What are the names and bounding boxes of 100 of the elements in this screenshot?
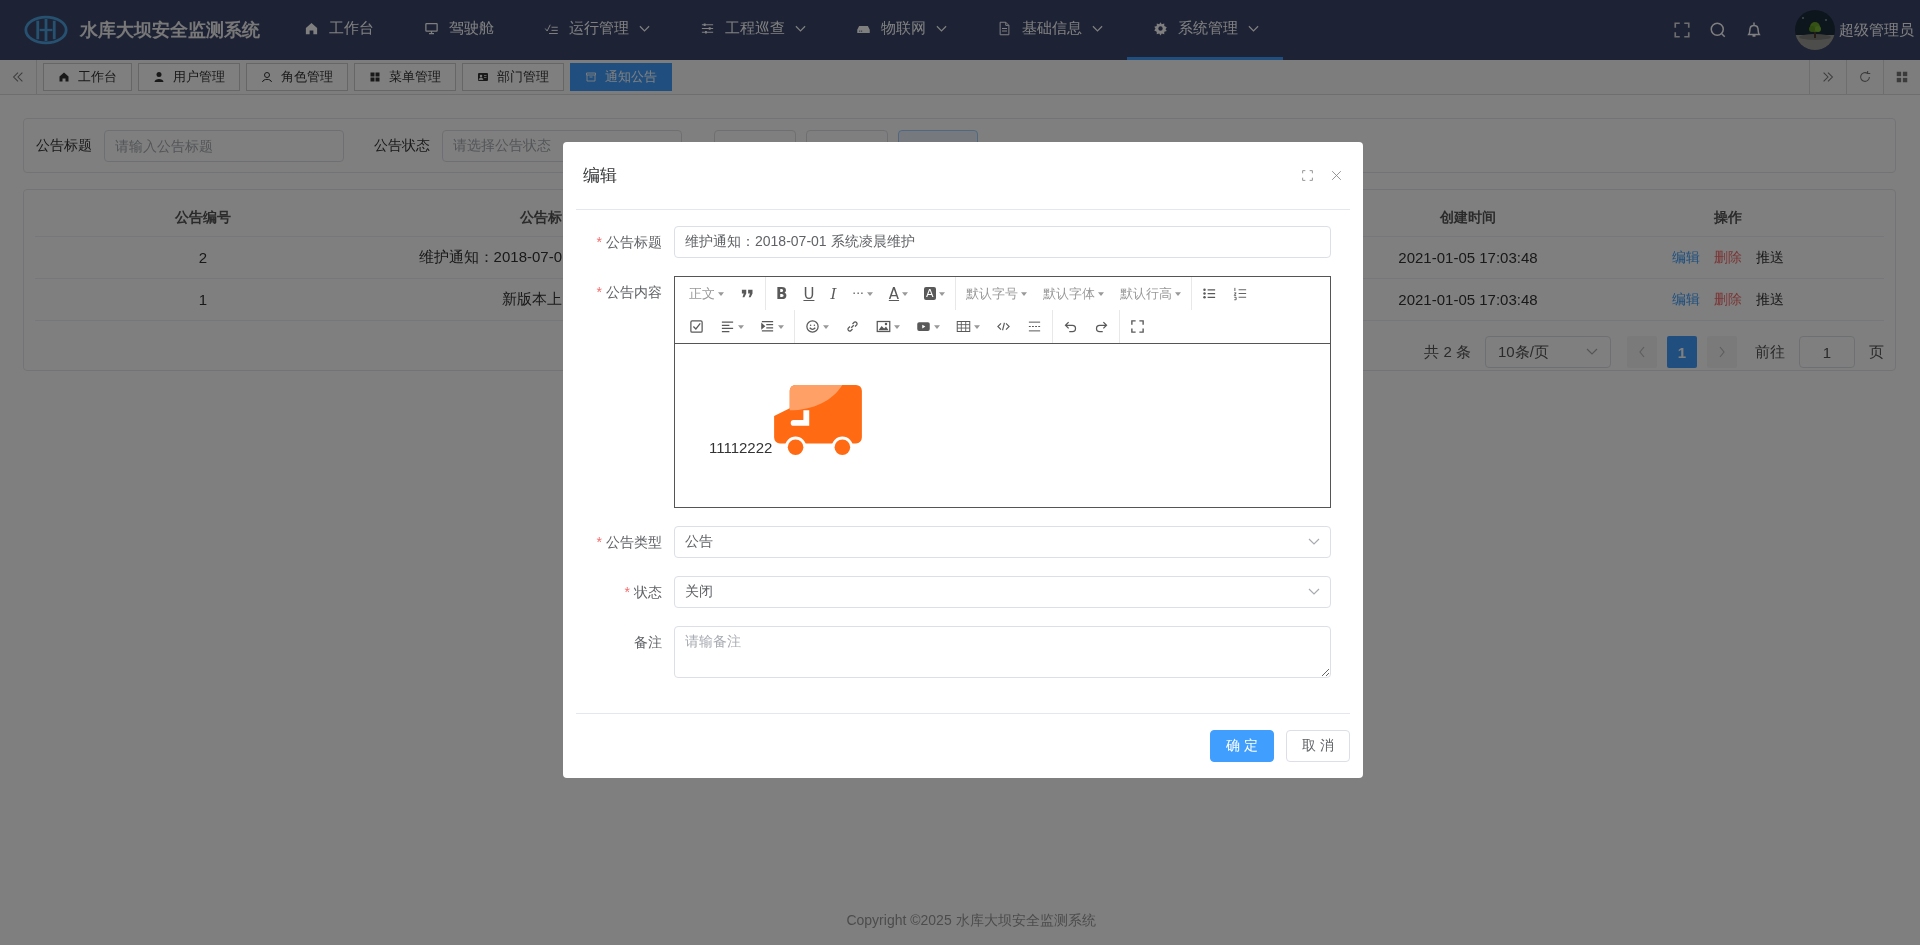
remark-field[interactable]: 请输备注 bbox=[674, 626, 1331, 678]
table-cell-text: 维护通知：2018-07-0 bbox=[418, 248, 563, 267]
delete-link[interactable]: 删除 bbox=[1714, 290, 1742, 309]
indent-icon bbox=[760, 319, 775, 334]
field-label: * 公告类型 bbox=[595, 533, 662, 552]
number-list-icon bbox=[1232, 286, 1248, 301]
page-tab[interactable]: 用户管理 bbox=[138, 63, 240, 91]
app-title: 水库大坝安全监测系统 bbox=[80, 19, 260, 42]
chevron-down-icon bbox=[1586, 348, 1598, 356]
image-icon bbox=[876, 319, 891, 334]
more-tool[interactable]: ··· bbox=[844, 279, 881, 308]
video-icon bbox=[916, 319, 931, 334]
page-tab[interactable]: 菜单管理 bbox=[354, 63, 456, 91]
column-header: 创建时间 bbox=[1440, 209, 1496, 227]
bell-icon[interactable] bbox=[1745, 21, 1763, 39]
select-field[interactable]: 公告 bbox=[674, 526, 1331, 558]
field-label: 公告标题 bbox=[36, 136, 92, 155]
table-icon bbox=[956, 319, 971, 334]
delete-link[interactable]: 删除 bbox=[1714, 248, 1742, 267]
table-cell: 2021-01-05 17:03:48 bbox=[1398, 249, 1538, 266]
gear-icon bbox=[1153, 21, 1168, 36]
grid-icon bbox=[369, 71, 381, 83]
redo-icon bbox=[1094, 319, 1109, 334]
total-count: 共 2 条 bbox=[1424, 342, 1471, 362]
table-cell: 1 bbox=[198, 291, 208, 308]
nav-menu-item[interactable]: 工作台 bbox=[278, 0, 398, 60]
home-icon bbox=[304, 21, 319, 36]
sliders-icon bbox=[700, 21, 715, 36]
user-name[interactable]: 超级管理员 bbox=[1839, 20, 1914, 40]
monitor-icon bbox=[424, 21, 439, 36]
page-size-select[interactable]: 10条/页 bbox=[1485, 336, 1611, 368]
field-label: * 公告内容 bbox=[595, 283, 662, 302]
double-chevron-right-icon bbox=[1821, 70, 1835, 84]
back-color-tool[interactable]: A bbox=[916, 279, 953, 308]
nav-menu-item[interactable]: 驾驶舱 bbox=[398, 0, 518, 60]
maximize-icon[interactable] bbox=[1301, 169, 1314, 182]
nav-menu-item[interactable]: 运行管理 bbox=[518, 0, 674, 60]
todo-icon bbox=[689, 319, 704, 334]
page-tab[interactable]: 部门管理 bbox=[462, 63, 564, 91]
push-link[interactable]: 推送 bbox=[1756, 248, 1784, 267]
column-header: 公告编号 bbox=[175, 209, 231, 227]
page-suffix: 页 bbox=[1869, 342, 1884, 362]
field-label: * 公告标题 bbox=[595, 233, 662, 252]
nav-menu-item[interactable]: 工程巡查 bbox=[674, 0, 830, 60]
confirm-button[interactable]: 确 定 bbox=[1210, 730, 1274, 762]
inbox-icon bbox=[585, 71, 597, 83]
column-header: 操作 bbox=[1714, 209, 1742, 227]
search-icon[interactable] bbox=[1709, 21, 1727, 39]
document-icon bbox=[997, 21, 1012, 36]
page-tab[interactable]: 角色管理 bbox=[246, 63, 348, 91]
emoji-icon bbox=[805, 319, 820, 334]
italic-tool[interactable]: I bbox=[822, 279, 845, 308]
page-jump-field[interactable]: 1 bbox=[1799, 336, 1855, 368]
logo-icon bbox=[24, 15, 68, 45]
user-outline-icon bbox=[261, 71, 273, 83]
menu-tool[interactable]: 默认字体 bbox=[1034, 279, 1112, 308]
bullet-list-icon bbox=[1201, 286, 1217, 301]
table-cell-text: 新版本上 bbox=[502, 290, 563, 309]
field-label: * 状态 bbox=[623, 583, 662, 602]
align-icon bbox=[720, 319, 735, 334]
field-label: 公告状态 bbox=[374, 136, 430, 155]
home-icon bbox=[58, 71, 70, 83]
edit-link[interactable]: 编辑 bbox=[1672, 248, 1700, 267]
page-tab[interactable]: 工作台 bbox=[43, 63, 132, 91]
select-field[interactable]: 关闭 bbox=[674, 576, 1331, 608]
user-filled-icon bbox=[153, 71, 165, 83]
link-icon bbox=[845, 319, 860, 334]
id-card-icon bbox=[477, 71, 489, 83]
nav-menu-item[interactable]: 基础信息 bbox=[971, 0, 1127, 60]
bold-tool[interactable]: B bbox=[768, 279, 796, 308]
table-cell: 2021-01-05 17:03:48 bbox=[1398, 291, 1538, 308]
chevron-down-icon bbox=[1308, 538, 1320, 546]
divider-icon bbox=[1027, 319, 1042, 334]
chevron-left-icon bbox=[1638, 346, 1646, 358]
dialog-title: 编辑 bbox=[583, 165, 617, 187]
cancel-button[interactable]: 取 消 bbox=[1286, 730, 1350, 762]
menu-tool[interactable]: 默认行高 bbox=[1111, 279, 1189, 308]
grid-icon bbox=[1895, 70, 1909, 84]
chevron-right-icon bbox=[1718, 346, 1726, 358]
refresh-icon bbox=[1858, 70, 1872, 84]
fullscreen-icon[interactable] bbox=[1673, 21, 1691, 39]
editor-text: 11112222 bbox=[709, 440, 773, 455]
page-number-button[interactable]: 1 bbox=[1667, 336, 1697, 368]
page-tab[interactable]: 通知公告 bbox=[570, 63, 672, 91]
push-link[interactable]: 推送 bbox=[1756, 290, 1784, 309]
double-chevron-left-icon bbox=[11, 70, 25, 84]
edit-link[interactable]: 编辑 bbox=[1672, 290, 1700, 309]
title-field[interactable]: 维护通知：2018-07-01 系统凌晨维护 bbox=[674, 226, 1331, 258]
field-label: 备注 bbox=[633, 633, 662, 652]
nav-menu-item[interactable]: 物联网 bbox=[830, 0, 971, 60]
menu-tool[interactable]: 正文 bbox=[681, 279, 732, 308]
goto-label: 前往 bbox=[1755, 342, 1785, 362]
font-color-tool[interactable]: A bbox=[880, 279, 917, 308]
menu-tool[interactable]: 默认字号 bbox=[957, 279, 1035, 308]
close-icon[interactable] bbox=[1330, 169, 1343, 182]
chevron-down-icon bbox=[1308, 588, 1320, 596]
fullscreen-icon bbox=[1130, 319, 1145, 334]
underline-tool[interactable]: U bbox=[795, 279, 823, 308]
undo-icon bbox=[1063, 319, 1078, 334]
column-header: 公告标 bbox=[520, 209, 563, 227]
